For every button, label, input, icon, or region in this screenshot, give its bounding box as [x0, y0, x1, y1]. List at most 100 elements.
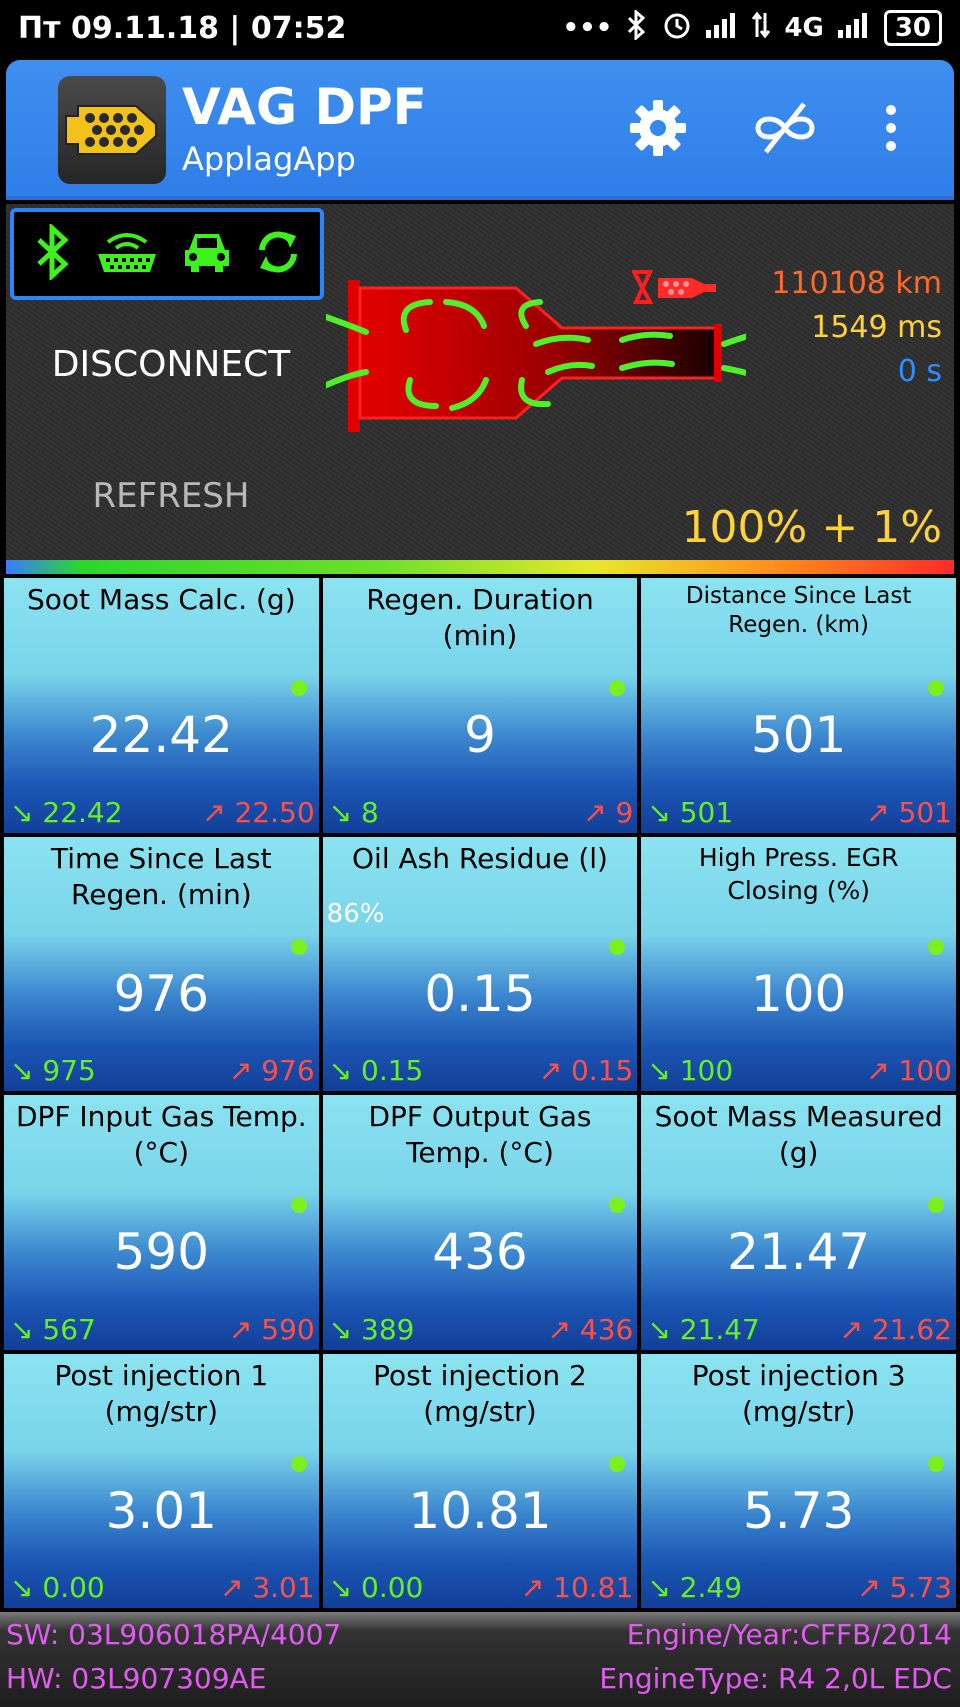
tile-value: 9 — [464, 706, 496, 764]
tile-oil-ash-residue[interactable]: Oil Ash Residue (l) 86% 0.15 ↘ 0.15 ↗ 0.… — [322, 836, 638, 1091]
status-dot — [927, 1197, 944, 1213]
max-arrow-icon: ↗ — [202, 795, 235, 829]
max-arrow-icon: ↗ — [228, 1312, 262, 1346]
max-arrow-icon: ↗ — [520, 1571, 554, 1604]
tile-title: High Press. EGR Closing (%) — [698, 842, 899, 905]
min-arrow-icon: ↘ — [647, 1312, 680, 1346]
bluetooth-icon — [33, 222, 73, 284]
tile-min: ↘ 389 — [328, 1312, 415, 1346]
tile-min: ↘ 975 — [10, 1054, 96, 1087]
tile-title: DPF Output Gas Temp. (°C) — [368, 1100, 592, 1169]
tile-post-injection-2[interactable]: Post injection 2 (mg/str) 10.81 ↘ 0.00 ↗… — [322, 1353, 638, 1608]
data-transfer-icon — [752, 11, 771, 46]
tile-min: ↘ 0.00 — [328, 1571, 424, 1604]
max-arrow-icon: ↗ — [547, 1312, 580, 1346]
status-dot — [290, 1455, 307, 1472]
tile-title: Post injection 3 (mg/str) — [691, 1358, 906, 1428]
obd-adapter-icon — [94, 224, 160, 284]
tile-min: ↘ 22.42 — [10, 795, 123, 829]
disconnect-button[interactable]: DISCONNECT — [36, 344, 306, 385]
tile-soot-mass-calc[interactable]: Soot Mass Calc. (g) 22.42 ↘ 22.42 ↗ 22.5… — [4, 578, 319, 833]
alarm-icon — [662, 10, 692, 47]
tile-regen-duration[interactable]: Regen. Duration (min) 9 ↘ 8 ↗ 9 — [322, 578, 638, 833]
status-dot — [290, 680, 307, 696]
tile-distance-since-regen[interactable]: Distance Since Last Regen. (km) 501 ↘ 50… — [641, 578, 956, 833]
tile-title: Post injection 2 (mg/str) — [373, 1358, 587, 1428]
tile-value: 501 — [750, 706, 847, 764]
regeneration-status-icon — [632, 270, 716, 304]
min-arrow-icon: ↘ — [10, 1312, 43, 1346]
oil-ash-percent: 86% — [326, 898, 385, 929]
tile-max: ↗ 10.81 — [520, 1571, 634, 1604]
tile-max: ↗ 100 — [866, 1054, 952, 1087]
signal-icon-2 — [837, 12, 870, 45]
app-subtitle: ApplagApp — [182, 140, 356, 178]
dpf-logo-icon — [58, 76, 166, 184]
notification-dots: ••• — [562, 13, 613, 43]
max-arrow-icon: ↗ — [219, 1571, 253, 1604]
status-dot — [609, 1455, 626, 1472]
tile-max: ↗ 5.73 — [857, 1571, 952, 1604]
min-arrow-icon: ↘ — [10, 1571, 43, 1604]
tile-max: ↗ 501 — [866, 795, 952, 829]
tile-time-since-regen[interactable]: Time Since Last Regen. (min) 976 ↘ 975 ↗… — [4, 836, 319, 1091]
status-datetime: Пт 09.11.18 | 07:52 — [18, 10, 347, 46]
refresh-button[interactable]: REFRESH — [36, 476, 306, 516]
overflow-menu-icon[interactable] — [876, 96, 906, 160]
min-arrow-icon: ↘ — [328, 1312, 362, 1346]
tile-max: ↗ 9 — [583, 795, 634, 829]
status-dot — [927, 1455, 944, 1472]
max-arrow-icon: ↗ — [866, 795, 899, 829]
max-arrow-icon: ↗ — [866, 1054, 899, 1087]
max-arrow-icon: ↗ — [538, 1054, 571, 1087]
sync-icon — [254, 226, 302, 282]
timer-value: 0 s — [897, 354, 942, 389]
tile-value: 21.47 — [727, 1223, 871, 1281]
connection-status-panel — [10, 208, 324, 300]
max-arrow-icon: ↗ — [839, 1312, 872, 1346]
tile-max: ↗ 436 — [547, 1312, 634, 1346]
battery-level: 30 — [883, 10, 942, 46]
tile-soot-mass-measured[interactable]: Soot Mass Measured (g) 21.47 ↘ 21.47 ↗ 2… — [641, 1095, 956, 1350]
soot-load-gradient-bar — [6, 560, 954, 574]
status-bar: Пт 09.11.18 | 07:52 ••• 4G 30 — [0, 0, 960, 56]
min-arrow-icon: ↘ — [10, 795, 43, 829]
gear-icon[interactable] — [626, 96, 690, 160]
engine-type: EngineType: R4 2,0L EDC — [599, 1662, 952, 1695]
response-time-value: 1549 ms — [811, 310, 942, 345]
min-arrow-icon: ↘ — [647, 1054, 680, 1087]
max-arrow-icon: ↗ — [583, 795, 616, 829]
tile-max: ↗ 22.50 — [202, 795, 315, 829]
tile-title: Time Since Last Regen. (min) — [51, 841, 272, 911]
parameter-grid: Soot Mass Calc. (g) 22.42 ↘ 22.42 ↗ 22.5… — [4, 578, 956, 1608]
status-indicators: ••• 4G 30 — [562, 8, 942, 47]
tile-dpf-input-temp[interactable]: DPF Input Gas Temp. (°C) 590 ↘ 567 ↗ 590 — [4, 1095, 319, 1350]
tile-max: ↗ 976 — [228, 1054, 315, 1087]
odometer-value: 110108 km — [771, 266, 942, 301]
tile-min: ↘ 8 — [328, 795, 379, 829]
status-dot — [609, 1197, 626, 1213]
tile-min: ↘ 0.15 — [328, 1054, 424, 1087]
tile-post-injection-3[interactable]: Post injection 3 (mg/str) 5.73 ↘ 2.49 ↗ … — [641, 1353, 956, 1608]
status-dot — [609, 680, 626, 696]
tile-value: 22.42 — [89, 706, 233, 764]
tile-min: ↘ 567 — [10, 1312, 96, 1346]
tile-min: ↘ 0.00 — [10, 1571, 105, 1604]
hardware-version: HW: 03L907309AE — [6, 1662, 267, 1695]
tile-value: 0.15 — [424, 964, 536, 1023]
tile-max: ↗ 590 — [228, 1312, 315, 1346]
no-infinity-icon[interactable] — [750, 96, 820, 160]
tile-min: ↘ 100 — [647, 1054, 734, 1087]
status-dot — [927, 680, 944, 696]
tile-dpf-output-temp[interactable]: DPF Output Gas Temp. (°C) 436 ↘ 389 ↗ 43… — [322, 1095, 638, 1350]
tile-title: Soot Mass Calc. (g) — [27, 583, 296, 616]
tile-value: 10.81 — [408, 1481, 552, 1540]
soot-load-percent: 100% + 1% — [681, 502, 942, 553]
tile-value: 5.73 — [742, 1481, 855, 1540]
tile-max: ↗ 3.01 — [219, 1571, 315, 1604]
app-bar: VAG DPF ApplagApp — [6, 60, 954, 200]
tile-post-injection-1[interactable]: Post injection 1 (mg/str) 3.01 ↘ 0.00 ↗ … — [4, 1353, 319, 1608]
tile-egr-closing[interactable]: High Press. EGR Closing (%) 100 ↘ 100 ↗ … — [641, 836, 956, 1091]
tile-value: 590 — [113, 1223, 210, 1281]
network-type: 4G — [784, 13, 824, 43]
